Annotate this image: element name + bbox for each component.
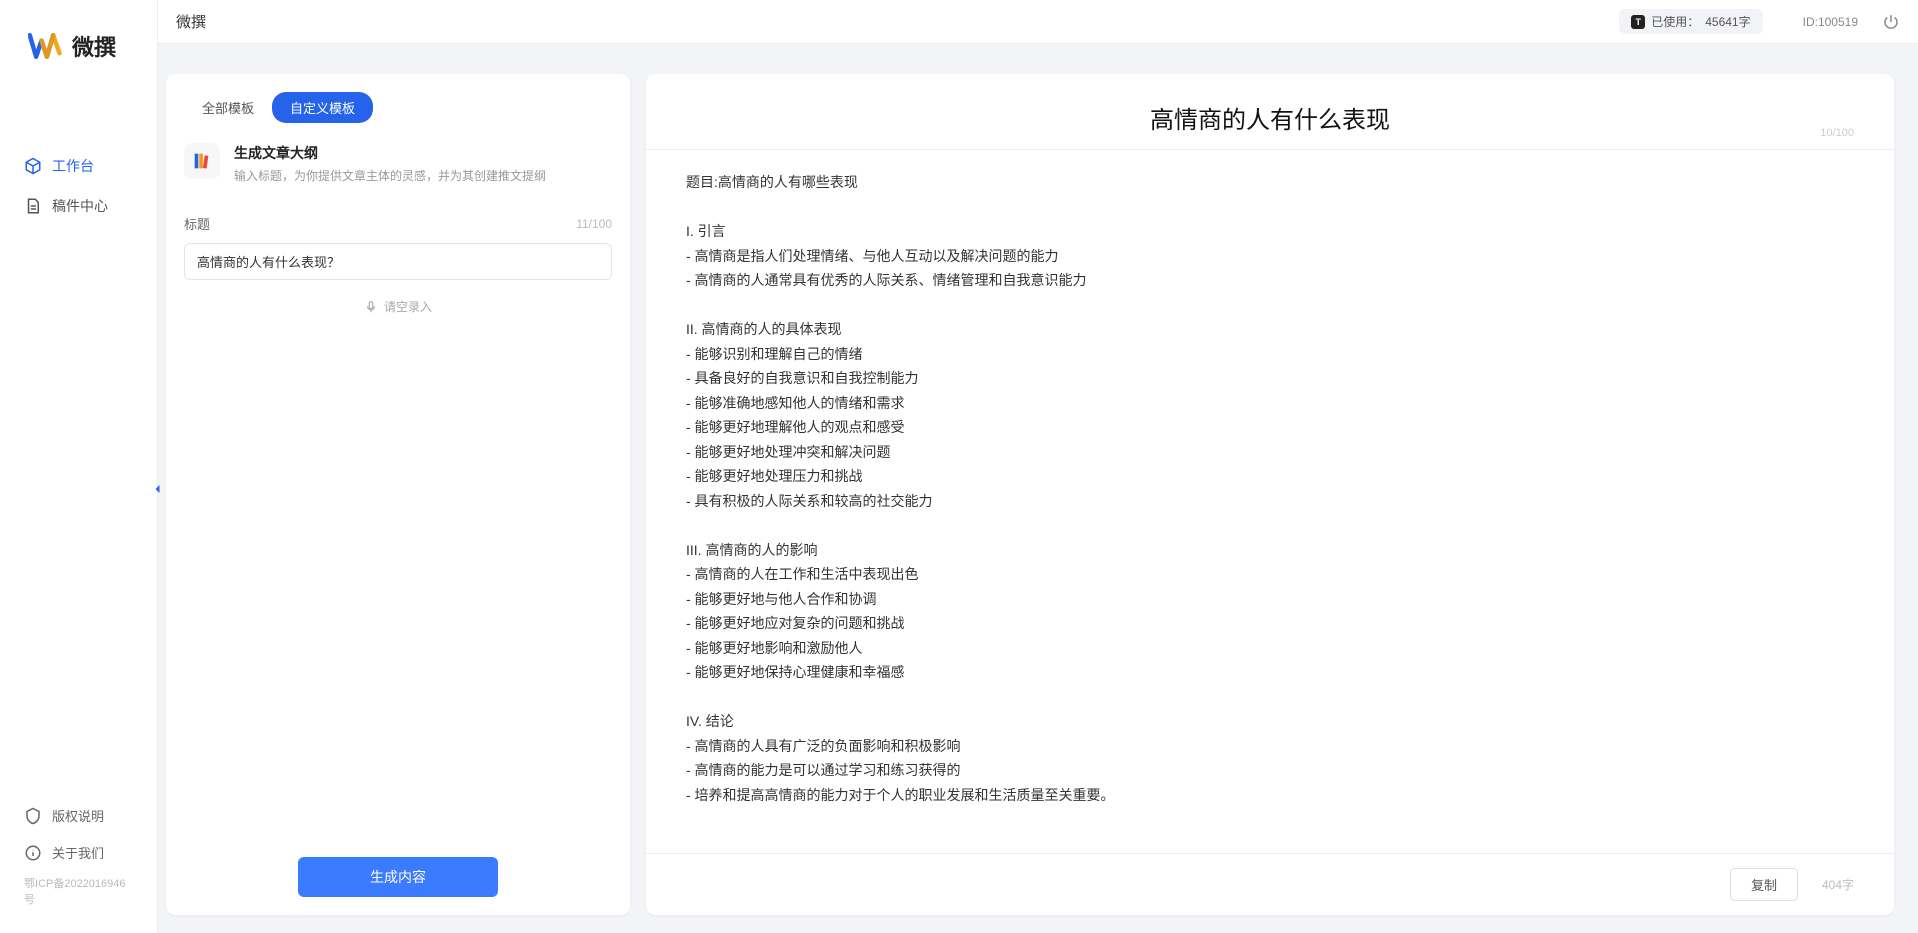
tabs: 全部模板 自定义模板	[166, 74, 630, 133]
logo-text: 微撰	[72, 30, 116, 62]
template-desc: 输入标题，为你提供文章主体的灵感，并为其创建推文提纲	[234, 167, 546, 184]
panel-input-footer: 生成内容	[166, 839, 630, 915]
generate-button[interactable]: 生成内容	[298, 857, 498, 897]
nav-label: 稿件中心	[52, 196, 108, 216]
text-icon: T	[1631, 15, 1645, 29]
output-title-counter: 10/100	[1820, 127, 1854, 139]
cube-icon	[24, 157, 42, 175]
info-icon	[24, 844, 42, 862]
char-counter: 11/100	[576, 217, 612, 231]
form-label: 标题	[184, 214, 210, 233]
topbar: 微撰 T 已使用： 45641字 ID:100519	[158, 0, 1918, 44]
template-title: 生成文章大纲	[234, 143, 546, 163]
nav-workspace[interactable]: 工作台	[0, 146, 157, 186]
user-id: ID:100519	[1803, 15, 1858, 29]
usage-value: 45641字	[1705, 13, 1750, 30]
tab-all-templates[interactable]: 全部模板	[184, 92, 272, 123]
word-count: 404字	[1822, 876, 1854, 893]
panel-output: 高情商的人有什么表现 10/100 题目:高情商的人有哪些表现 I. 引言 - …	[646, 74, 1894, 915]
template-icon	[184, 143, 220, 179]
output-body[interactable]: 题目:高情商的人有哪些表现 I. 引言 - 高情商是指人们处理情绪、与他人互动以…	[646, 150, 1894, 853]
nav-label: 工作台	[52, 156, 94, 176]
usage-badge[interactable]: T 已使用： 45641字	[1619, 9, 1762, 34]
icp-text: 鄂ICP备2022016946号	[0, 871, 157, 917]
power-icon[interactable]	[1882, 13, 1900, 31]
footer-about[interactable]: 关于我们	[0, 834, 157, 871]
nav-section: 工作台 稿件中心	[0, 94, 157, 797]
form-section: 标题 11/100 请空录入	[166, 184, 630, 315]
title-input[interactable]	[184, 243, 612, 280]
app-root: 微撰 工作台 稿件中心 版权说明 关于我们 鄂ICP备2022016946号	[0, 0, 1918, 933]
copy-button[interactable]: 复制	[1730, 868, 1798, 901]
logo: 微撰	[0, 28, 157, 94]
output-head: 高情商的人有什么表现 10/100	[646, 74, 1894, 150]
tab-custom-template[interactable]: 自定义模板	[272, 92, 373, 123]
voice-label: 请空录入	[384, 298, 432, 315]
chevron-left-icon	[152, 483, 164, 495]
usage-prefix: 已使用：	[1651, 13, 1699, 30]
content: 全部模板 自定义模板 生成文章大纲 输入标题，为你提供文章主体的灵感，并为其创建…	[158, 44, 1918, 933]
footer-label: 关于我们	[52, 843, 104, 862]
nav-drafts[interactable]: 稿件中心	[0, 186, 157, 226]
document-icon	[24, 197, 42, 215]
page-title: 微撰	[176, 11, 1619, 32]
main: 微撰 T 已使用： 45641字 ID:100519 全部模板 自定义模板	[158, 0, 1918, 933]
output-title: 高情商的人有什么表现	[686, 100, 1854, 135]
panel-input: 全部模板 自定义模板 生成文章大纲 输入标题，为你提供文章主体的灵感，并为其创建…	[166, 74, 630, 915]
collapse-handle[interactable]	[148, 477, 168, 501]
sidebar-footer: 版权说明 关于我们 鄂ICP备2022016946号	[0, 797, 157, 933]
sidebar: 微撰 工作台 稿件中心 版权说明 关于我们 鄂ICP备2022016946号	[0, 0, 158, 933]
books-icon	[191, 150, 213, 172]
logo-icon	[28, 28, 64, 64]
template-card: 生成文章大纲 输入标题，为你提供文章主体的灵感，并为其创建推文提纲	[166, 133, 630, 184]
footer-copyright[interactable]: 版权说明	[0, 797, 157, 834]
mic-icon	[364, 300, 378, 314]
shield-icon	[24, 807, 42, 825]
template-meta: 生成文章大纲 输入标题，为你提供文章主体的灵感，并为其创建推文提纲	[234, 143, 546, 184]
footer-label: 版权说明	[52, 806, 104, 825]
form-label-row: 标题 11/100	[184, 214, 612, 233]
output-footer: 复制 404字	[646, 853, 1894, 915]
voice-input-row[interactable]: 请空录入	[184, 298, 612, 315]
